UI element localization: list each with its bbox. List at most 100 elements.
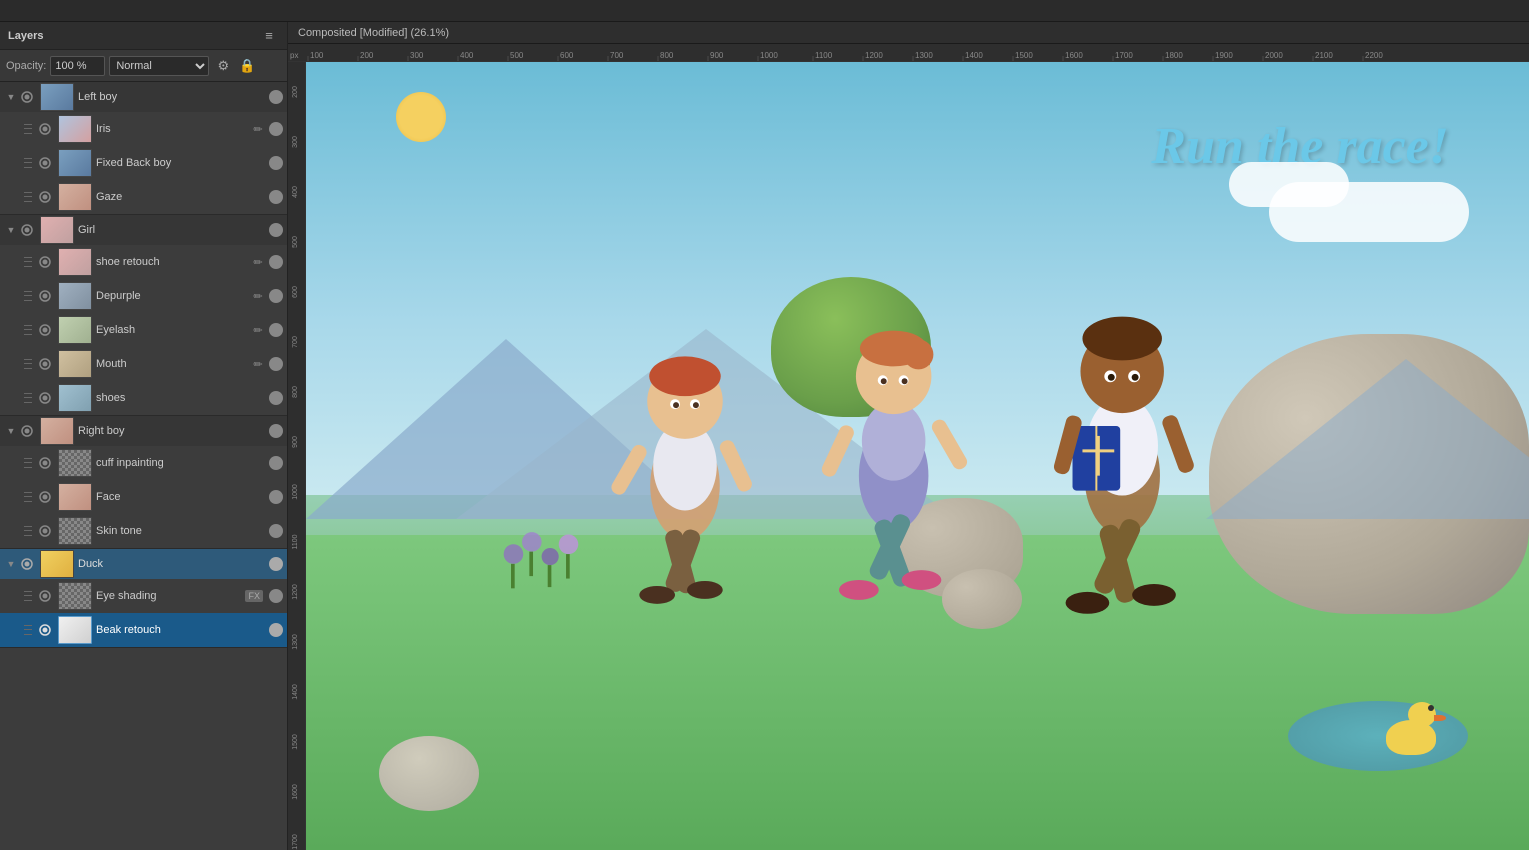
layer-row-iris[interactable]: Iris ✏ [0,112,287,146]
layer-row-beak-retouch[interactable]: Beak retouch [0,613,287,647]
settings-button[interactable]: ⚙ [213,56,233,76]
visibility-skin-tone[interactable] [36,522,54,540]
layer-row-eye-shading[interactable]: Eye shading FX [0,579,287,613]
edit-mouth[interactable]: ✏ [249,355,267,373]
options-mouth[interactable] [269,357,283,371]
thumb-cuff [58,449,92,477]
drag-handle-eye-shading[interactable] [24,589,34,603]
drag-handle-beak-retouch[interactable] [24,623,34,637]
layer-name-iris: Iris [96,123,249,135]
drag-handle-skin-tone[interactable] [24,524,34,538]
visibility-right-boy[interactable] [18,422,36,440]
options-dot-duck[interactable] [269,557,283,571]
layer-name-girl: Girl [78,224,267,236]
ruler-and-canvas: px 100 200 300 400 500 600 [288,44,1529,850]
lock-button[interactable]: 🔒 [237,56,257,76]
layer-group-row-right-boy[interactable]: ▼ Right boy [0,416,287,446]
layer-row-eyelash[interactable]: Eyelash ✏ [0,313,287,347]
svg-text:1000: 1000 [760,51,778,60]
drag-handle-eyelash[interactable] [24,323,34,337]
canvas-viewport[interactable]: Run the race! [306,62,1529,850]
visibility-depurple[interactable] [36,287,54,305]
visibility-left-boy[interactable] [18,88,36,106]
visibility-shoe-retouch[interactable] [36,253,54,271]
options-beak-retouch[interactable] [269,623,283,637]
options-shoes[interactable] [269,391,283,405]
visibility-duck[interactable] [18,555,36,573]
drag-handle-mouth[interactable] [24,357,34,371]
visibility-fixed-back-boy[interactable] [36,154,54,172]
edit-shoe-retouch[interactable]: ✏ [249,253,267,271]
drag-handle-gaze[interactable] [24,190,34,204]
opacity-input[interactable] [50,56,105,76]
expand-icon-right-boy[interactable]: ▼ [4,424,18,438]
options-depurple[interactable] [269,289,283,303]
edit-iris[interactable]: ✏ [249,120,267,138]
drag-handle-shoe-retouch[interactable] [24,255,34,269]
layer-group-girl: ▼ Girl [0,215,287,416]
layers-list: ▼ Left boy [0,82,287,850]
visibility-eye-shading[interactable] [36,587,54,605]
options-shoe-retouch[interactable] [269,255,283,269]
visibility-cuff[interactable] [36,454,54,472]
options-eye-shading[interactable] [269,589,283,603]
drag-handle-iris[interactable] [24,122,34,136]
svg-text:1500: 1500 [292,734,299,750]
thumb-right-boy [40,417,74,445]
svg-text:px: px [290,51,298,60]
options-skin-tone[interactable] [269,524,283,538]
svg-text:800: 800 [292,386,299,398]
edit-eyelash[interactable]: ✏ [249,321,267,339]
drag-handle-depurple[interactable] [24,289,34,303]
visibility-shoes[interactable] [36,389,54,407]
layers-menu-button[interactable]: ≡ [259,26,279,46]
options-dot-left-boy[interactable] [269,90,283,104]
visibility-beak-retouch[interactable] [36,621,54,639]
layer-group-row-girl[interactable]: ▼ Girl [0,215,287,245]
layer-group-row-left-boy[interactable]: ▼ Left boy [0,82,287,112]
options-dot-girl[interactable] [269,223,283,237]
visibility-gaze[interactable] [36,188,54,206]
drag-handle-shoes[interactable] [24,391,34,405]
visibility-iris[interactable] [36,120,54,138]
layer-row-face[interactable]: Face [0,480,287,514]
visibility-mouth[interactable] [36,355,54,373]
drag-handle-cuff[interactable] [24,456,34,470]
rock-front [379,736,479,811]
layer-row-cuff-inpainting[interactable]: cuff inpainting [0,446,287,480]
options-iris[interactable] [269,122,283,136]
thumb-shoes [58,384,92,412]
svg-text:600: 600 [292,286,299,298]
options-dot-right-boy[interactable] [269,424,283,438]
layer-row-skin-tone[interactable]: Skin tone [0,514,287,548]
layer-group-row-duck[interactable]: ▼ Duck [0,549,287,579]
options-face[interactable] [269,490,283,504]
visibility-eyelash[interactable] [36,321,54,339]
expand-icon-duck[interactable]: ▼ [4,557,18,571]
layer-row-shoes[interactable]: shoes [0,381,287,415]
drag-handle-face[interactable] [24,490,34,504]
layer-name-fixed-back-boy: Fixed Back boy [96,157,267,169]
layer-row-gaze[interactable]: Gaze [0,180,287,214]
visibility-face[interactable] [36,488,54,506]
svg-text:400: 400 [460,51,474,60]
options-fixed-back-boy[interactable] [269,156,283,170]
layer-row-fixed-back-boy[interactable]: Fixed Back boy [0,146,287,180]
drag-handle-fixed-back-boy[interactable] [24,156,34,170]
thumb-mouth [58,350,92,378]
svg-text:600: 600 [560,51,574,60]
options-cuff[interactable] [269,456,283,470]
svg-text:1600: 1600 [1065,51,1083,60]
options-eyelash[interactable] [269,323,283,337]
expand-icon-left-boy[interactable]: ▼ [4,90,18,104]
layer-row-mouth[interactable]: Mouth ✏ [0,347,287,381]
layer-row-shoe-retouch[interactable]: shoe retouch ✏ [0,245,287,279]
visibility-girl[interactable] [18,221,36,239]
blend-mode-select[interactable]: Normal [109,56,209,76]
layers-panel-title: Layers [8,30,43,42]
svg-text:500: 500 [292,236,299,248]
expand-icon-girl[interactable]: ▼ [4,223,18,237]
edit-depurple[interactable]: ✏ [249,287,267,305]
layer-row-depurple[interactable]: Depurple ✏ [0,279,287,313]
options-gaze[interactable] [269,190,283,204]
